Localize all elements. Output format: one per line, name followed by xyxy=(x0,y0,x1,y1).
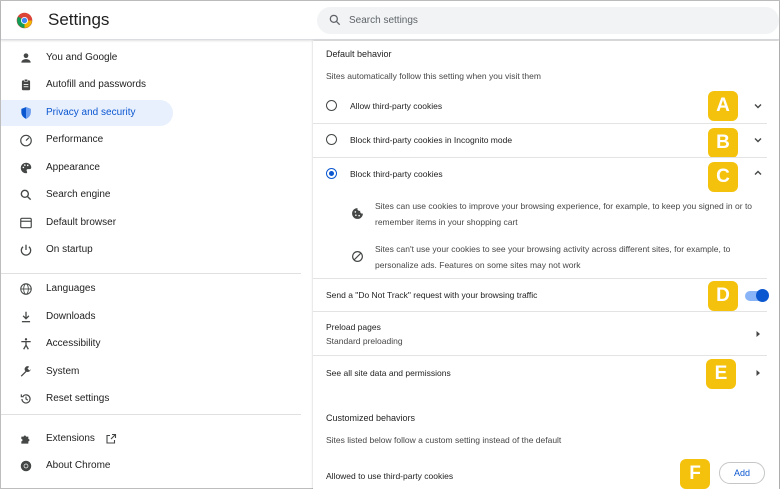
sidebar-item-label: System xyxy=(46,366,80,377)
callout-badge: F xyxy=(680,459,710,489)
radio-label: Block third-party cookies in Incognito m… xyxy=(350,135,513,145)
cookie-icon xyxy=(352,208,363,219)
sidebar-item-reset-settings[interactable]: Reset settings xyxy=(1,386,173,412)
sidebar-divider xyxy=(1,273,301,274)
block-icon xyxy=(352,251,363,262)
preload-value: Standard preloading xyxy=(326,336,403,346)
sidebar-item-autofill[interactable]: Autofill and passwords xyxy=(1,72,173,98)
sidebar: You and Google Autofill and passwords Pr… xyxy=(1,41,301,489)
puzzle-icon xyxy=(21,435,30,444)
sidebar-item-label: Performance xyxy=(46,134,104,145)
do-not-track-label: Send a "Do Not Track" request with your … xyxy=(326,290,538,300)
sidebar-item-label: Downloads xyxy=(46,311,96,322)
power-icon xyxy=(20,244,32,256)
chrome-icon xyxy=(20,460,32,472)
sidebar-item-downloads[interactable]: Downloads xyxy=(1,304,173,330)
search-icon xyxy=(20,189,32,201)
callout-badge: D xyxy=(708,281,738,311)
radio-button[interactable] xyxy=(326,134,337,145)
accessibility-icon xyxy=(21,338,31,350)
callout-badge: C xyxy=(708,162,738,192)
sidebar-item-you-and-google[interactable]: You and Google xyxy=(1,45,173,71)
sidebar-item-label: You and Google xyxy=(46,52,118,63)
divider xyxy=(313,355,767,356)
open-in-new-icon xyxy=(106,433,117,444)
sidebar-item-label: About Chrome xyxy=(46,460,111,471)
radio-label: Block third-party cookies xyxy=(350,169,443,179)
download-icon xyxy=(21,311,31,323)
speedometer-icon xyxy=(20,134,32,147)
globe-icon xyxy=(20,283,32,295)
shield-icon xyxy=(21,107,31,119)
sidebar-item-on-startup[interactable]: On startup xyxy=(1,237,173,263)
history-icon xyxy=(20,394,31,404)
do-not-track-toggle[interactable] xyxy=(745,289,769,302)
chrome-logo-icon xyxy=(16,12,33,29)
sidebar-item-privacy[interactable]: Privacy and security xyxy=(1,100,173,126)
divider xyxy=(313,311,767,312)
top-bar: Settings xyxy=(1,1,779,40)
callout-badge: B xyxy=(708,128,738,158)
radio-button[interactable] xyxy=(326,100,337,111)
sidebar-item-languages[interactable]: Languages xyxy=(1,276,173,302)
allowed-cookies-label: Allowed to use third-party cookies xyxy=(326,471,454,481)
radio-button-selected[interactable] xyxy=(326,168,337,179)
sidebar-item-label: Languages xyxy=(46,283,96,294)
preload-title: Preload pages xyxy=(326,322,381,332)
customized-behaviors-subtitle: Sites listed below follow a custom setti… xyxy=(326,435,562,445)
sidebar-item-label: Accessibility xyxy=(46,338,101,349)
detail-text-tracking: Sites can't use your cookies to see your… xyxy=(375,244,731,270)
chevron-up-icon[interactable] xyxy=(753,168,763,178)
detail-text-cookies: Sites can use cookies to improve your br… xyxy=(375,201,753,227)
add-button[interactable]: Add xyxy=(719,462,765,484)
sidebar-item-default-browser[interactable]: Default browser xyxy=(1,210,173,236)
sidebar-item-label: Search engine xyxy=(46,189,111,200)
search-icon xyxy=(329,14,341,26)
sidebar-item-performance[interactable]: Performance xyxy=(1,127,173,153)
search-box[interactable] xyxy=(317,7,779,34)
sidebar-item-label: Appearance xyxy=(46,162,100,173)
arrow-right-icon[interactable] xyxy=(753,368,763,378)
sidebar-item-extensions[interactable]: Extensions xyxy=(1,426,173,452)
toggle-knob xyxy=(756,289,769,302)
browser-icon xyxy=(20,217,32,229)
sidebar-item-label: Autofill and passwords xyxy=(46,79,147,90)
sidebar-item-label: Extensions xyxy=(46,433,95,444)
sidebar-item-appearance[interactable]: Appearance xyxy=(1,155,173,181)
wrench-icon xyxy=(20,366,31,377)
sidebar-item-label: On startup xyxy=(46,244,93,255)
divider xyxy=(313,157,767,158)
sidebar-item-label: Privacy and security xyxy=(46,107,136,118)
sidebar-item-about-chrome[interactable]: About Chrome xyxy=(1,453,173,479)
divider xyxy=(313,123,767,124)
callout-badge: E xyxy=(706,359,736,389)
sidebar-item-search-engine[interactable]: Search engine xyxy=(1,182,173,208)
sidebar-item-system[interactable]: System xyxy=(1,359,173,385)
default-behavior-subtitle: Sites automatically follow this setting … xyxy=(326,71,541,81)
sidebar-divider xyxy=(1,414,301,415)
customized-behaviors-heading: Customized behaviors xyxy=(326,413,416,423)
sidebar-item-label: Reset settings xyxy=(46,393,110,404)
search-input[interactable] xyxy=(349,10,749,31)
arrow-right-icon[interactable] xyxy=(753,329,763,339)
callout-badge: A xyxy=(708,91,738,121)
settings-panel: Default behavior Sites automatically fol… xyxy=(313,41,779,489)
page-title: Settings xyxy=(48,10,110,29)
person-icon xyxy=(21,53,31,63)
site-data-label: See all site data and permissions xyxy=(326,368,451,378)
clipboard-icon xyxy=(21,78,31,91)
divider xyxy=(313,278,767,279)
palette-icon xyxy=(20,162,32,174)
chevron-down-icon[interactable] xyxy=(753,135,763,145)
radio-label: Allow third-party cookies xyxy=(350,101,443,111)
sidebar-item-accessibility[interactable]: Accessibility xyxy=(1,331,173,357)
sidebar-item-label: Default browser xyxy=(46,217,117,228)
chevron-down-icon[interactable] xyxy=(753,101,763,111)
default-behavior-heading: Default behavior xyxy=(326,49,392,59)
